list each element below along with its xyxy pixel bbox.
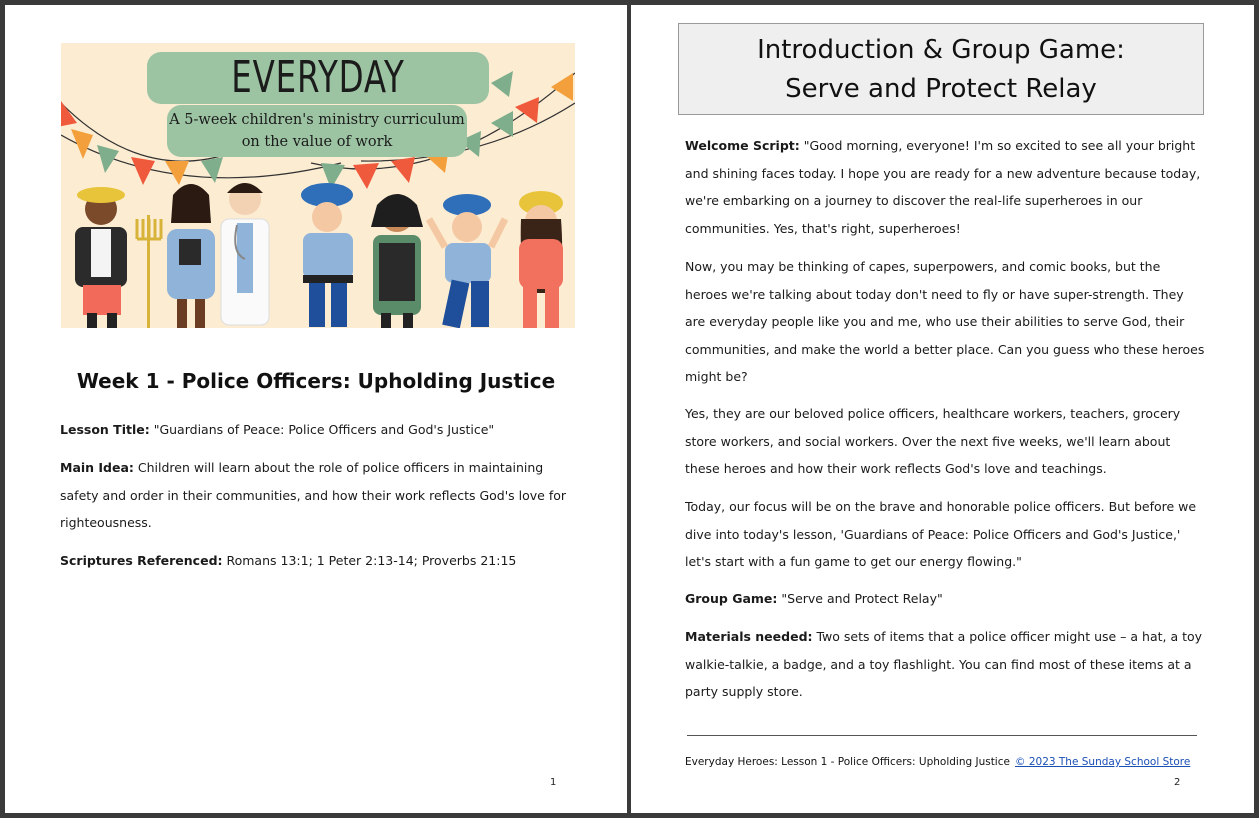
scriptures-label: Scriptures Referenced: xyxy=(60,553,223,568)
main-idea-label: Main Idea: xyxy=(60,460,134,475)
lesson-title-value: "Guardians of Peace: Police Officers and… xyxy=(149,422,495,437)
main-idea-value: Children will learn about the role of po… xyxy=(60,460,567,530)
welcome-script-label: Welcome Script: xyxy=(685,138,800,153)
banner-subtitle: A 5-week children's ministry curriculum … xyxy=(167,109,467,153)
welcome-script-paragraph: Welcome Script: "Good morning, everyone!… xyxy=(685,132,1205,242)
main-idea-paragraph: Main Idea: Children will learn about the… xyxy=(60,454,580,537)
page-number: 1 xyxy=(550,777,557,788)
focus-paragraph: Today, our focus will be on the brave an… xyxy=(685,499,1197,569)
banner-subtitle-line2: on the value of work xyxy=(241,134,393,150)
section-header-line1: Introduction & Group Game: xyxy=(757,35,1125,65)
section-header-line2: Serve and Protect Relay xyxy=(785,74,1097,104)
heroes-list-paragraph: Yes, they are our beloved police officer… xyxy=(685,406,1181,476)
section-header: Introduction & Group Game: Serve and Pro… xyxy=(678,23,1204,115)
group-game-value: "Serve and Protect Relay" xyxy=(777,591,943,606)
materials-paragraph: Materials needed: Two sets of items that… xyxy=(685,623,1205,706)
page-number: 2 xyxy=(1174,777,1181,788)
everyday-heroes-banner: EVERYDAY HEROES A 5-week children's mini… xyxy=(61,43,575,328)
banner-subtitle-line1: A 5-week children's ministry curriculum xyxy=(169,112,465,128)
group-game-paragraph: Group Game: "Serve and Protect Relay" xyxy=(685,585,1205,613)
lesson-title-label: Lesson Title: xyxy=(60,422,150,437)
group-game-label: Group Game: xyxy=(685,591,778,606)
page-left: EVERYDAY HEROES A 5-week children's mini… xyxy=(5,5,627,813)
week-heading: Week 1 - Police Officers: Upholding Just… xyxy=(76,369,556,393)
footer-lesson-title: Everyday Heroes: Lesson 1 - Police Offic… xyxy=(685,756,1010,768)
materials-label: Materials needed: xyxy=(685,629,813,644)
footer-copyright-link[interactable]: © 2023 The Sunday School Store xyxy=(1015,756,1190,768)
scriptures-value: Romans 13:1; 1 Peter 2:13-14; Proverbs 2… xyxy=(222,553,517,568)
page-right: Introduction & Group Game: Serve and Pro… xyxy=(631,5,1254,813)
heroes-paragraph: Now, you may be thinking of capes, super… xyxy=(685,259,1205,384)
lesson-title-paragraph: Lesson Title: "Guardians of Peace: Polic… xyxy=(60,416,580,444)
footer-divider xyxy=(687,735,1197,736)
scriptures-paragraph: Scriptures Referenced: Romans 13:1; 1 Pe… xyxy=(60,547,580,575)
